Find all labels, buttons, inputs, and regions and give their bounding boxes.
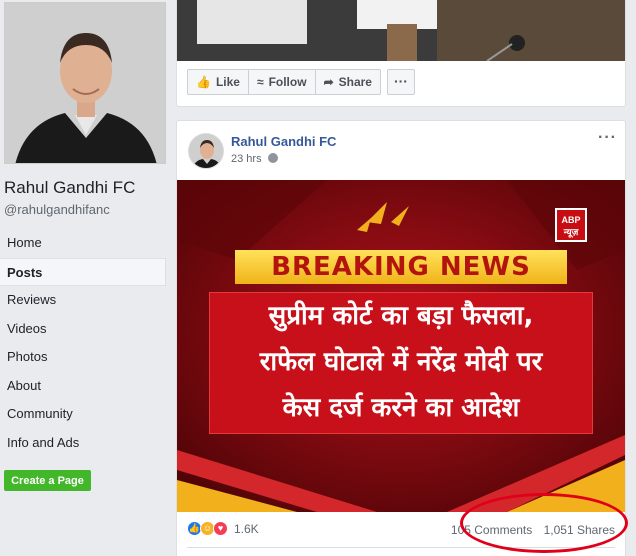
page-nav: Home Posts Reviews Videos Photos About C… <box>0 229 166 457</box>
like-page-button[interactable]: 👍 Like <box>187 69 249 95</box>
nav-item-home[interactable]: Home <box>0 229 166 258</box>
follow-page-button[interactable]: ≈ Follow <box>248 69 316 95</box>
cover-photo[interactable] <box>177 0 625 61</box>
post-options-button[interactable]: ··· <box>598 129 617 147</box>
nav-item-about[interactable]: About <box>0 372 166 401</box>
create-page-button[interactable]: Create a Page <box>4 470 91 491</box>
nav-item-photos[interactable]: Photos <box>0 343 166 372</box>
reaction-count: 1.6K <box>234 521 259 536</box>
post-image[interactable]: ABP न्यूज़ BREAKING NEWS सुप्रीम कोर्ट क… <box>177 180 625 512</box>
thumbs-up-icon: 👍 <box>196 75 211 89</box>
post-timestamp[interactable]: 23 hrs <box>231 153 278 165</box>
left-column: Rahul Gandhi FC @rahulgandhifanc Home Po… <box>0 0 168 556</box>
more-options-button[interactable]: ··· <box>386 69 415 95</box>
red-highlight-circle <box>460 493 628 553</box>
page-name[interactable]: Rahul Gandhi FC <box>4 178 135 198</box>
page-action-row: 👍 Like ≈ Follow ➦ Share ··· <box>187 69 415 95</box>
share-arrow-icon: ➦ <box>323 75 334 89</box>
breaking-news-banner: BREAKING NEWS <box>235 250 567 284</box>
nav-item-reviews[interactable]: Reviews <box>0 286 166 315</box>
headline-box: सुप्रीम कोर्ट का बड़ा फैसला, राफेल घोटाल… <box>209 292 593 434</box>
abp-logo-line-1: ABP <box>561 215 581 225</box>
abp-news-logo: ABP न्यूज़ <box>555 208 587 242</box>
nav-item-community[interactable]: Community <box>0 400 166 429</box>
nav-item-posts[interactable]: Posts <box>0 257 166 286</box>
headline-line-3: केस दर्ज करने का आदेश <box>282 393 520 423</box>
share-page-button[interactable]: ➦ Share <box>315 69 381 95</box>
globe-icon <box>267 153 278 163</box>
love-reaction-icon: ♥ <box>213 521 228 536</box>
post-card: Rahul Gandhi FC 23 hrs ··· ABP न्यूज़ BR… <box>176 120 626 556</box>
headline-line-1: सुप्रीम कोर्ट का बड़ा फैसला, <box>268 301 534 331</box>
reactions-summary[interactable]: 👍 ☺ ♥ 1.6K <box>187 521 259 536</box>
share-label: Share <box>338 75 372 89</box>
page-handle[interactable]: @rahulgandhifanc <box>4 202 110 217</box>
cover-photo-image <box>177 0 625 61</box>
rss-icon: ≈ <box>256 75 264 89</box>
avatar-image <box>189 134 223 168</box>
post-time-text: 23 hrs <box>231 153 262 165</box>
profile-photo[interactable] <box>4 2 166 164</box>
post-author-avatar[interactable] <box>188 133 224 169</box>
abp-logo-line-2: न्यूज़ <box>563 227 579 237</box>
profile-photo-image <box>5 3 165 163</box>
post-author-name[interactable]: Rahul Gandhi FC <box>231 134 336 149</box>
headline-line-2: राफेल घोटाले में नरेंद्र मोदी पर <box>259 347 543 377</box>
cover-card: 👍 Like ≈ Follow ➦ Share ··· <box>176 0 626 107</box>
like-label: Like <box>215 75 240 89</box>
nav-item-info-and-ads[interactable]: Info and Ads <box>0 429 166 458</box>
follow-label: Follow <box>268 75 307 89</box>
nav-item-videos[interactable]: Videos <box>0 315 166 344</box>
